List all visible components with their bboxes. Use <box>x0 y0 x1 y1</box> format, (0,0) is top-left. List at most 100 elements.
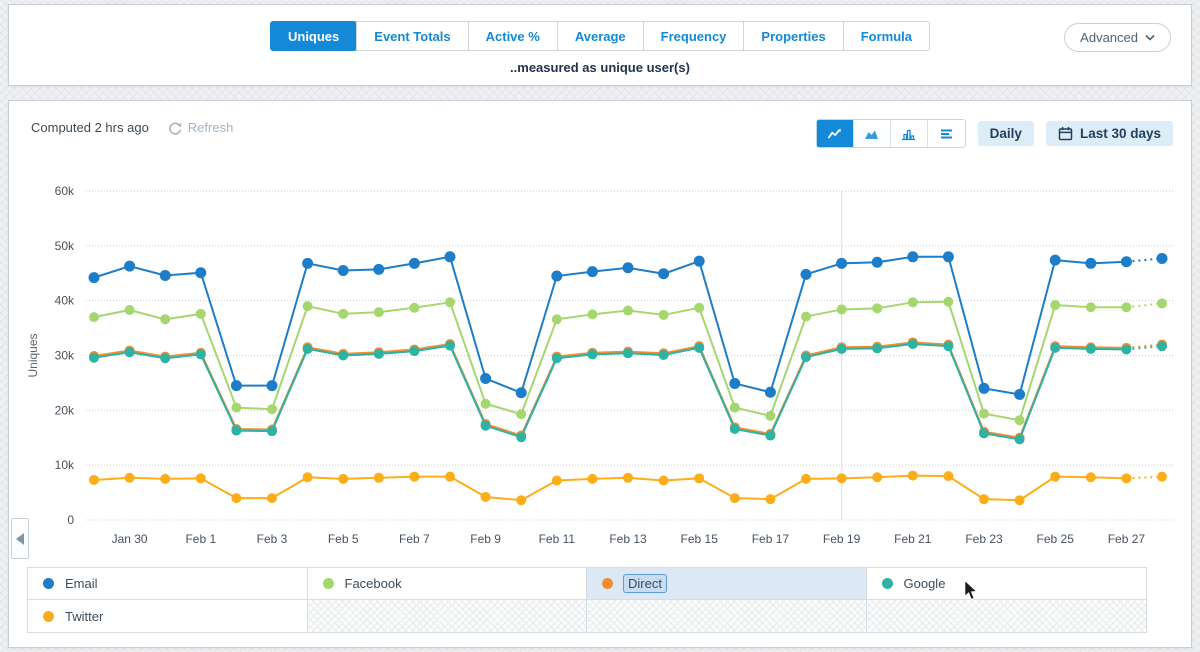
data-point-facebook[interactable] <box>908 297 918 307</box>
data-point-email[interactable] <box>409 258 420 269</box>
data-point-twitter[interactable] <box>943 471 953 481</box>
legend-item-facebook[interactable]: Facebook <box>308 568 588 600</box>
data-point-twitter[interactable] <box>89 475 99 485</box>
data-point-google[interactable] <box>267 426 277 436</box>
data-point-facebook[interactable] <box>730 403 740 413</box>
tab-uniques[interactable]: Uniques <box>270 21 357 51</box>
data-point-email[interactable] <box>445 251 456 262</box>
data-point-twitter[interactable] <box>445 472 455 482</box>
data-point-google[interactable] <box>409 346 419 356</box>
data-point-twitter[interactable] <box>801 474 811 484</box>
data-point-google[interactable] <box>160 353 170 363</box>
data-point-email[interactable] <box>765 387 776 398</box>
data-point-facebook[interactable] <box>623 306 633 316</box>
data-point-facebook[interactable] <box>374 307 384 317</box>
data-point-facebook[interactable] <box>481 399 491 409</box>
data-point-facebook[interactable] <box>872 303 882 313</box>
data-point-email[interactable] <box>1157 253 1168 264</box>
data-point-email[interactable] <box>1085 258 1096 269</box>
data-point-email[interactable] <box>587 266 598 277</box>
data-point-email[interactable] <box>160 270 171 281</box>
data-point-twitter[interactable] <box>160 474 170 484</box>
data-point-google[interactable] <box>908 339 918 349</box>
data-point-google[interactable] <box>979 428 989 438</box>
data-point-google[interactable] <box>943 341 953 351</box>
bar-chart-button[interactable] <box>891 120 928 147</box>
data-point-twitter[interactable] <box>587 474 597 484</box>
data-point-google[interactable] <box>1015 434 1025 444</box>
legend-item-direct[interactable]: Direct <box>587 568 867 600</box>
data-point-google[interactable] <box>481 421 491 431</box>
data-point-twitter[interactable] <box>1121 473 1131 483</box>
data-point-twitter[interactable] <box>1050 472 1060 482</box>
horizontal-bars-button[interactable] <box>928 120 965 147</box>
data-point-google[interactable] <box>837 344 847 354</box>
tab-average[interactable]: Average <box>557 21 644 51</box>
data-point-google[interactable] <box>801 352 811 362</box>
data-point-twitter[interactable] <box>374 473 384 483</box>
collapse-sidebar-handle[interactable] <box>11 518 29 559</box>
line-chart-plot[interactable]: 010k20k30k40k50k60kJan 30Feb 1Feb 3Feb 5… <box>9 176 1193 561</box>
data-point-google[interactable] <box>374 349 384 359</box>
data-point-google[interactable] <box>623 348 633 358</box>
data-point-email[interactable] <box>836 258 847 269</box>
data-point-facebook[interactable] <box>125 305 135 315</box>
data-point-facebook[interactable] <box>409 303 419 313</box>
data-point-email[interactable] <box>302 258 313 269</box>
data-point-email[interactable] <box>1014 389 1025 400</box>
tab-event-totals[interactable]: Event Totals <box>356 21 468 51</box>
data-point-twitter[interactable] <box>231 493 241 503</box>
data-point-email[interactable] <box>231 380 242 391</box>
data-point-facebook[interactable] <box>659 310 669 320</box>
data-point-facebook[interactable] <box>1157 298 1167 308</box>
data-point-facebook[interactable] <box>1121 302 1131 312</box>
data-point-twitter[interactable] <box>1015 495 1025 505</box>
data-point-google[interactable] <box>445 341 455 351</box>
data-point-google[interactable] <box>516 432 526 442</box>
data-point-facebook[interactable] <box>89 312 99 322</box>
data-point-email[interactable] <box>943 251 954 262</box>
data-point-facebook[interactable] <box>694 303 704 313</box>
data-point-twitter[interactable] <box>730 493 740 503</box>
data-point-twitter[interactable] <box>659 476 669 486</box>
legend-item-email[interactable]: Email <box>28 568 308 600</box>
data-point-facebook[interactable] <box>765 411 775 421</box>
interval-button[interactable]: Daily <box>978 121 1034 146</box>
data-point-twitter[interactable] <box>623 473 633 483</box>
data-point-twitter[interactable] <box>125 473 135 483</box>
data-point-facebook[interactable] <box>231 403 241 413</box>
data-point-email[interactable] <box>124 261 135 272</box>
data-point-twitter[interactable] <box>338 474 348 484</box>
data-point-twitter[interactable] <box>1157 472 1167 482</box>
tab-formula[interactable]: Formula <box>843 21 930 51</box>
data-point-google[interactable] <box>1157 341 1167 351</box>
data-point-email[interactable] <box>1121 256 1132 267</box>
data-point-email[interactable] <box>872 257 883 268</box>
data-point-email[interactable] <box>267 380 278 391</box>
data-point-twitter[interactable] <box>908 471 918 481</box>
data-point-facebook[interactable] <box>160 314 170 324</box>
data-point-email[interactable] <box>338 265 349 276</box>
line-chart-button[interactable] <box>817 120 854 147</box>
data-point-google[interactable] <box>231 426 241 436</box>
legend-item-twitter[interactable]: Twitter <box>28 600 308 632</box>
data-point-facebook[interactable] <box>837 304 847 314</box>
data-point-email[interactable] <box>551 270 562 281</box>
data-point-twitter[interactable] <box>303 472 313 482</box>
tab-active-percent[interactable]: Active % <box>468 21 558 51</box>
data-point-twitter[interactable] <box>979 494 989 504</box>
data-point-google[interactable] <box>694 343 704 353</box>
data-point-twitter[interactable] <box>481 492 491 502</box>
data-point-google[interactable] <box>1050 343 1060 353</box>
data-point-google[interactable] <box>125 347 135 357</box>
data-point-email[interactable] <box>801 269 812 280</box>
data-point-email[interactable] <box>907 251 918 262</box>
data-point-google[interactable] <box>196 349 206 359</box>
data-point-google[interactable] <box>1121 344 1131 354</box>
data-point-google[interactable] <box>338 351 348 361</box>
data-point-twitter[interactable] <box>1086 472 1096 482</box>
data-point-facebook[interactable] <box>979 409 989 419</box>
legend-item-google[interactable]: Google <box>867 568 1147 600</box>
data-point-email[interactable] <box>694 256 705 267</box>
date-range-button[interactable]: Last 30 days <box>1046 121 1173 146</box>
